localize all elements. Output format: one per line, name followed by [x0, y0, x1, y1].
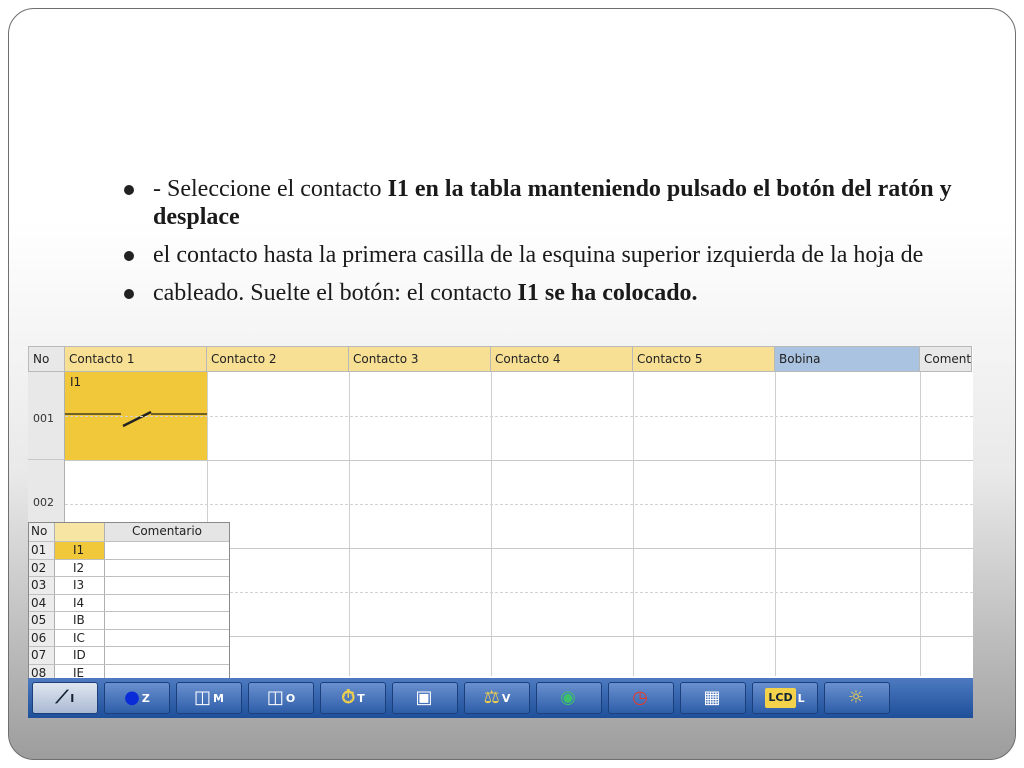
sun-tool[interactable]: ☼: [824, 682, 890, 714]
header-no: No: [28, 346, 65, 372]
table-row[interactable]: 01 I1: [29, 542, 229, 560]
tool-label: I: [70, 691, 75, 705]
inputs-table-header: No Comentario: [29, 523, 229, 542]
ladder-header: No Contacto 1 Contacto 2 Contacto 3 Cont…: [28, 346, 973, 372]
header-contact-4: Contacto 4: [491, 346, 633, 372]
comment-cell[interactable]: [105, 560, 229, 577]
comparator-tool[interactable]: ⚖ V: [464, 682, 530, 714]
bullet-text: el contacto hasta la primera casilla de …: [153, 242, 924, 268]
contact-item[interactable]: I3: [55, 577, 105, 594]
tool-label: V: [501, 691, 511, 705]
text-tool[interactable]: ▦: [680, 682, 746, 714]
table-row[interactable]: 07 ID: [29, 647, 229, 665]
contact-item[interactable]: I4: [55, 594, 105, 611]
comment-cell[interactable]: [105, 595, 229, 612]
contact-item[interactable]: I2: [55, 559, 105, 576]
row-no: 03: [29, 577, 55, 594]
contact-item[interactable]: IB: [55, 612, 105, 629]
blue-circle-icon: ●: [124, 687, 140, 708]
bullet-dot-icon: [124, 185, 134, 195]
header-contact-2: Contacto 2: [207, 346, 349, 372]
element-toolbar: ⟋ I ● Z ◫ M ◫ O ⏱ T ▣ ⚖ V ◉ ◷ ▦ LCD L ☼: [28, 678, 973, 718]
bullet-bold-text: I1 se ha colocado.: [517, 280, 698, 306]
table-row[interactable]: 05 IB: [29, 612, 229, 630]
analog-tool[interactable]: ◉: [536, 682, 602, 714]
contact-input-tool[interactable]: ⟋ I: [32, 682, 98, 714]
tool-label: O: [285, 691, 296, 705]
bullet-item: el contacto hasta la primera casilla de …: [121, 241, 981, 269]
counter-icon: ▣: [415, 687, 433, 708]
header-comment: Comentario: [920, 346, 972, 372]
tool-label: T: [357, 691, 365, 705]
output-tool[interactable]: ◫ O: [248, 682, 314, 714]
stopwatch-icon: ⏱: [341, 687, 356, 708]
bullet-dot-icon: [124, 251, 134, 261]
table-row[interactable]: 04 I4: [29, 594, 229, 612]
contact-icon: ⟋: [55, 687, 69, 708]
lcd-tool[interactable]: LCD L: [752, 682, 818, 714]
memory-tool[interactable]: ◫ M: [176, 682, 242, 714]
row-number: 001: [28, 372, 65, 460]
inputs-table[interactable]: No Comentario 01 I1 02 I2 03 I3 04 I4 05 IB 0…: [28, 522, 230, 682]
comment-cell[interactable]: [105, 630, 229, 647]
table-row[interactable]: 03 I3: [29, 577, 229, 595]
contact-item[interactable]: ID: [55, 647, 105, 664]
counter-tool[interactable]: ▣: [392, 682, 458, 714]
header-coil: Bobina: [775, 346, 920, 372]
inputs-header-contact: [55, 523, 105, 541]
table-row[interactable]: 02 I2: [29, 559, 229, 577]
contact-item[interactable]: IC: [55, 629, 105, 646]
comment-cell[interactable]: [105, 577, 229, 594]
bullet-dot-icon: [124, 289, 134, 299]
sun-icon: ☼: [847, 687, 865, 708]
inputs-header-comment: Comentario: [131, 524, 203, 538]
row-no: 01: [29, 542, 55, 559]
row-no: 07: [29, 647, 55, 664]
scale-icon: ⚖: [483, 687, 500, 708]
tool-label: L: [797, 691, 805, 705]
clock-tool[interactable]: ◷: [608, 682, 674, 714]
bullet-list: - Seleccione el contacto I1 en la tabla …: [121, 175, 981, 317]
z-key-tool[interactable]: ● Z: [104, 682, 170, 714]
header-contact-5: Contacto 5: [633, 346, 775, 372]
row-no: 05: [29, 612, 55, 629]
analog-display-icon: ◉: [560, 687, 576, 708]
timer-tool[interactable]: ⏱ T: [320, 682, 386, 714]
header-contact-3: Contacto 3: [349, 346, 491, 372]
lcd-icon: LCD: [765, 688, 796, 708]
comment-cell[interactable]: [105, 612, 229, 629]
bullet-item: - Seleccione el contacto I1 en la tabla …: [121, 175, 981, 231]
comment-cell[interactable]: [105, 647, 229, 664]
grid-icon: ▦: [703, 687, 721, 708]
relay-icon: ◫: [194, 687, 212, 708]
relay-icon: ◫: [266, 687, 284, 708]
bullet-item: cableado. Suelte el botón: el contacto I…: [121, 279, 981, 307]
bullet-text: cableado. Suelte el botón: el contacto: [153, 280, 518, 306]
row-no: 02: [29, 559, 55, 576]
header-contact-1: Contacto 1: [65, 346, 207, 372]
row-no: 06: [29, 629, 55, 646]
inputs-header-no: No: [29, 523, 55, 541]
tool-label: M: [213, 691, 224, 705]
clock-icon: ◷: [632, 687, 648, 708]
comment-cell[interactable]: [105, 542, 229, 559]
contact-item[interactable]: I1: [55, 542, 105, 559]
tool-label: Z: [141, 691, 150, 705]
bullet-text: - Seleccione el contacto: [153, 176, 388, 202]
row-no: 04: [29, 594, 55, 611]
table-row[interactable]: 06 IC: [29, 629, 229, 647]
